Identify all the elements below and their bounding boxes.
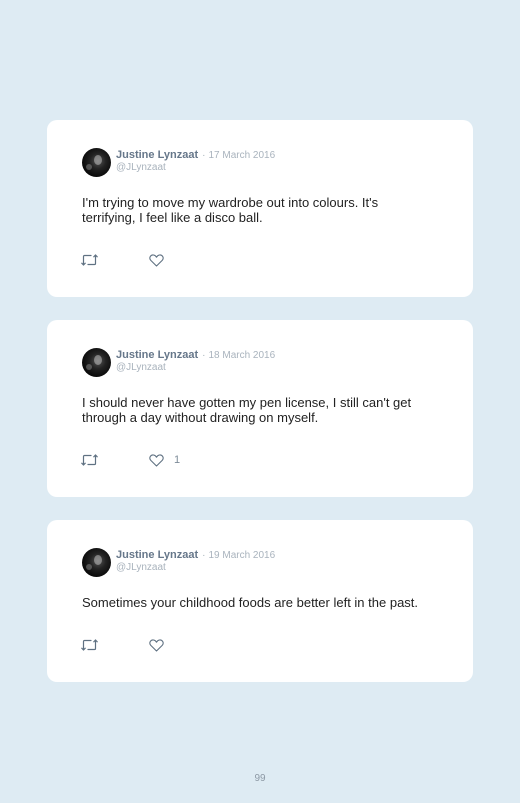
author-handle[interactable]: @JLynzaat [116,162,275,173]
tweet-date[interactable]: 17 March 2016 [208,150,275,161]
tweet-header: Justine Lynzaat · 17 March 2016 @JLynzaa… [116,149,275,173]
heart-icon [149,453,164,467]
tweet-date[interactable]: 19 March 2016 [208,550,275,561]
heart-icon [149,638,164,652]
tweet-card: Justine Lynzaat · 19 March 2016 @JLynzaa… [47,520,473,682]
author-handle[interactable]: @JLynzaat [116,562,275,573]
page-number: 99 [254,773,266,784]
retweet-icon[interactable] [81,253,98,267]
tweet-actions: 1 [81,453,180,467]
heart-icon [149,253,164,267]
like-button[interactable] [149,253,174,267]
avatar[interactable] [82,548,111,577]
author-handle[interactable]: @JLynzaat [116,362,275,373]
tweet-date[interactable]: 18 March 2016 [208,350,275,361]
tweet-card: Justine Lynzaat · 17 March 2016 @JLynzaa… [47,120,473,297]
retweet-icon[interactable] [81,453,98,467]
separator-dot: · [202,350,206,361]
like-button[interactable]: 1 [149,453,181,467]
separator-dot: · [202,150,206,161]
tweet-actions [81,253,174,267]
like-button[interactable] [149,638,174,652]
tweet-text: I should never have gotten my pen licens… [82,395,412,425]
author-name[interactable]: Justine Lynzaat [116,149,198,161]
avatar[interactable] [82,148,111,177]
tweet-actions [81,638,174,652]
tweet-card: Justine Lynzaat · 18 March 2016 @JLynzaa… [47,320,473,497]
tweet-header: Justine Lynzaat · 18 March 2016 @JLynzaa… [116,349,275,373]
author-name[interactable]: Justine Lynzaat [116,349,198,361]
tweet-text: I'm trying to move my wardrobe out into … [82,195,379,225]
author-name[interactable]: Justine Lynzaat [116,549,198,561]
tweet-text: Sometimes your childhood foods are bette… [82,595,419,610]
avatar[interactable] [82,348,111,377]
retweet-icon[interactable] [81,638,98,652]
tweet-header: Justine Lynzaat · 19 March 2016 @JLynzaa… [116,549,275,573]
separator-dot: · [202,550,206,561]
like-count: 1 [174,454,181,466]
